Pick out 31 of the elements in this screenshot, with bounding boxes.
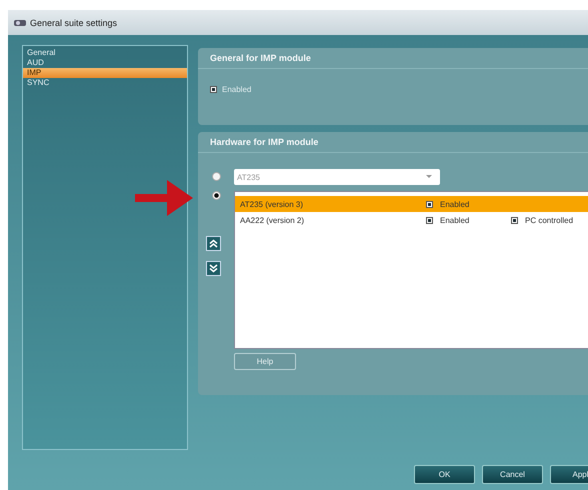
list-row[interactable]: AA222 (version 2) Enabled PC controlled [235, 212, 588, 228]
sidebar-item[interactable]: IMP [23, 68, 187, 78]
panel-title: General for IMP module [198, 48, 588, 69]
move-up-button[interactable] [206, 236, 221, 251]
dialog-button[interactable]: Appl [550, 465, 588, 484]
window-title: General suite settings [30, 18, 118, 28]
double-chevron-up-icon [209, 239, 218, 248]
radio-button[interactable] [212, 191, 221, 200]
checkbox[interactable] [210, 86, 217, 93]
checkbox-label: PC controlled [525, 216, 574, 224]
device-name: AT235 (version 3) [240, 200, 304, 208]
checkbox-label: Enabled [440, 216, 470, 224]
checkbox[interactable] [426, 200, 433, 208]
checkbox[interactable] [511, 216, 518, 224]
sidebar-item[interactable]: SYNC [23, 78, 187, 88]
panel-title: Hardware for IMP module [198, 132, 588, 153]
app-icon [14, 18, 26, 26]
radio-button[interactable] [212, 172, 221, 181]
dialog-button[interactable]: OK [414, 465, 475, 484]
caret-icon [426, 175, 432, 179]
move-down-button[interactable] [206, 261, 221, 276]
checkbox-label: Enabled [222, 85, 252, 94]
checkbox[interactable] [426, 216, 433, 224]
double-chevron-down-icon [209, 264, 218, 273]
device-name: AA222 (version 2) [240, 216, 306, 224]
dialog-button[interactable]: Cancel [482, 465, 543, 484]
pointer-arrow [135, 180, 193, 216]
sidebar-item[interactable]: General [23, 48, 187, 58]
sidebar-item[interactable]: AUD [23, 58, 187, 68]
checkbox-label: Enabled [440, 200, 470, 208]
list-row[interactable]: AT235 (version 3) Enabled [235, 196, 588, 212]
